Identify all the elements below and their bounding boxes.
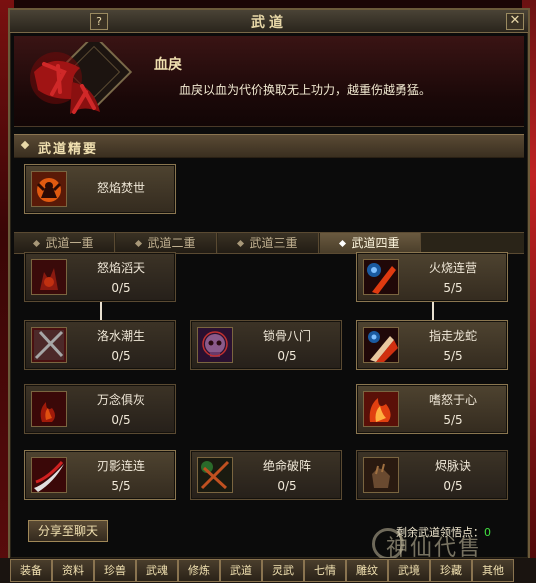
skill-card-points: 5/5 [443, 413, 463, 427]
flame-figure-icon [31, 259, 67, 295]
bottom-tab[interactable]: 武魂 [136, 559, 178, 582]
skill-card-name: 怒焰滔天 [96, 261, 145, 275]
bottom-tab[interactable]: 七情 [304, 559, 346, 582]
bottom-tab[interactable]: 雕纹 [346, 559, 388, 582]
skill-card-name: 锁骨八门 [262, 329, 311, 343]
bottom-tab[interactable]: 修炼 [178, 559, 220, 582]
bottom-tab[interactable]: 武道 [220, 559, 262, 582]
fire-blade-icon [363, 327, 399, 363]
skill-card-points: 5/5 [443, 281, 463, 295]
skill-card-name: 怒焰焚世 [96, 181, 145, 195]
bottom-tab[interactable]: 珍兽 [94, 559, 136, 582]
skill-card-name: 烬脉诀 [434, 459, 471, 473]
blood-emblem-icon [30, 42, 132, 114]
close-button[interactable]: ✕ [506, 13, 524, 30]
title-bar[interactable]: ? 武道 ✕ [10, 10, 528, 33]
bottom-tab[interactable]: 灵武 [262, 559, 304, 582]
diamond-icon [339, 239, 347, 248]
tab-tier-1[interactable]: 武道一重 [14, 233, 115, 253]
skill-card-name: 绝命破阵 [262, 459, 311, 473]
skill-header: 血戾 血戾以血为代价换取无上功力，越重伤越勇猛。 [14, 36, 524, 127]
fist-flame-icon [363, 457, 399, 493]
section-title: 武道精要 [38, 142, 99, 157]
skill-card-name: 洛水潮生 [96, 329, 145, 343]
skill-card-points: 0/5 [443, 479, 463, 493]
skill-card-name: 嗜怒于心 [428, 393, 477, 407]
bottom-tab[interactable]: 珍藏 [430, 559, 472, 582]
skill-card-name: 刃影连连 [96, 459, 145, 473]
tab-tier-3[interactable]: 武道三重 [218, 233, 319, 253]
tab-tier-4[interactable]: 武道四重 [320, 233, 421, 253]
diamond-icon [33, 239, 41, 248]
skill-connector [432, 302, 434, 320]
skill-card-renying-lianlian[interactable]: 刃影连连 5/5 [24, 450, 176, 500]
diamond-icon [237, 239, 245, 248]
fire-spear-icon [363, 259, 399, 295]
skill-card-points: 0/5 [111, 281, 131, 295]
skill-card-points: 5/5 [111, 479, 131, 493]
skill-card-name: 指走龙蛇 [428, 329, 477, 343]
skill-card-luoshui-chaosheng[interactable]: 洛水潮生 0/5 [24, 320, 176, 370]
skill-card-huoshao-lianying[interactable]: 火烧连营 5/5 [356, 252, 508, 302]
cross-staff-icon [197, 457, 233, 493]
skill-card-points: 0/5 [277, 479, 297, 493]
bottom-tab[interactable]: 资料 [52, 559, 94, 582]
skull-icon [197, 327, 233, 363]
skill-card-wannian-juhui[interactable]: 万念俱灰 0/5 [24, 384, 176, 434]
tab-label: 武道二重 [147, 236, 196, 250]
skill-name: 血戾 [154, 57, 182, 73]
diamond-icon [135, 239, 143, 248]
skill-card-jueming-pozhen[interactable]: 绝命破阵 0/5 [190, 450, 342, 500]
window-title: 武道 [251, 15, 287, 31]
skill-card-name: 火烧连营 [428, 261, 477, 275]
skill-card-zhizou-longshe[interactable]: 指走龙蛇 5/5 [356, 320, 508, 370]
skill-connector [100, 302, 102, 320]
essence-skill-card[interactable]: 怒焰焚世 [24, 164, 176, 214]
burning-heart-icon [363, 391, 399, 427]
skill-card-points: 0/5 [111, 413, 131, 427]
skill-card-name: 万念俱灰 [96, 393, 145, 407]
share-to-chat-button[interactable]: 分享至聊天 [28, 520, 108, 542]
bottom-tab[interactable]: 其他 [472, 559, 514, 582]
skill-card-nuyan-taotian[interactable]: 怒焰滔天 0/5 [24, 252, 176, 302]
skill-description: 血戾以血为代价换取无上功力，越重伤越勇猛。 [179, 83, 432, 97]
tab-label: 武道一重 [45, 236, 94, 250]
flame-warrior-icon [31, 171, 67, 207]
tab-tier-2[interactable]: 武道二重 [116, 233, 217, 253]
tab-label: 武道三重 [249, 236, 298, 250]
remaining-points-value: 0 [484, 526, 491, 539]
essence-section-bar: 武道精要 [14, 134, 524, 158]
wudao-window: ? 武道 ✕ 血戾 血戾以血为代价换取无上功力，越重伤越勇猛。 武道精要 怒焰焚… [8, 8, 530, 560]
tab-label: 武道四重 [351, 236, 400, 250]
skill-card-shinu-yuxin[interactable]: 嗜怒于心 5/5 [356, 384, 508, 434]
skill-card-jinmai-jue[interactable]: 烬脉诀 0/5 [356, 450, 508, 500]
skill-card-points: 0/5 [277, 349, 297, 363]
bottom-tab[interactable]: 装备 [10, 559, 52, 582]
diamond-icon [20, 140, 30, 150]
bottom-tab[interactable]: 武境 [388, 559, 430, 582]
tier-tabs: 武道一重 武道二重 武道三重 武道四重 [14, 232, 524, 254]
bottom-tab-bar: 装备 资料 珍兽 武魂 修炼 武道 灵武 七情 雕纹 武境 珍藏 其他 [0, 558, 536, 583]
skill-card-points: 5/5 [443, 349, 463, 363]
flame-hand-icon [31, 391, 67, 427]
skill-card-suogu-bamen[interactable]: 锁骨八门 0/5 [190, 320, 342, 370]
blade-slash-icon [31, 457, 67, 493]
skill-card-points: 0/5 [111, 349, 131, 363]
cross-blades-icon [31, 327, 67, 363]
